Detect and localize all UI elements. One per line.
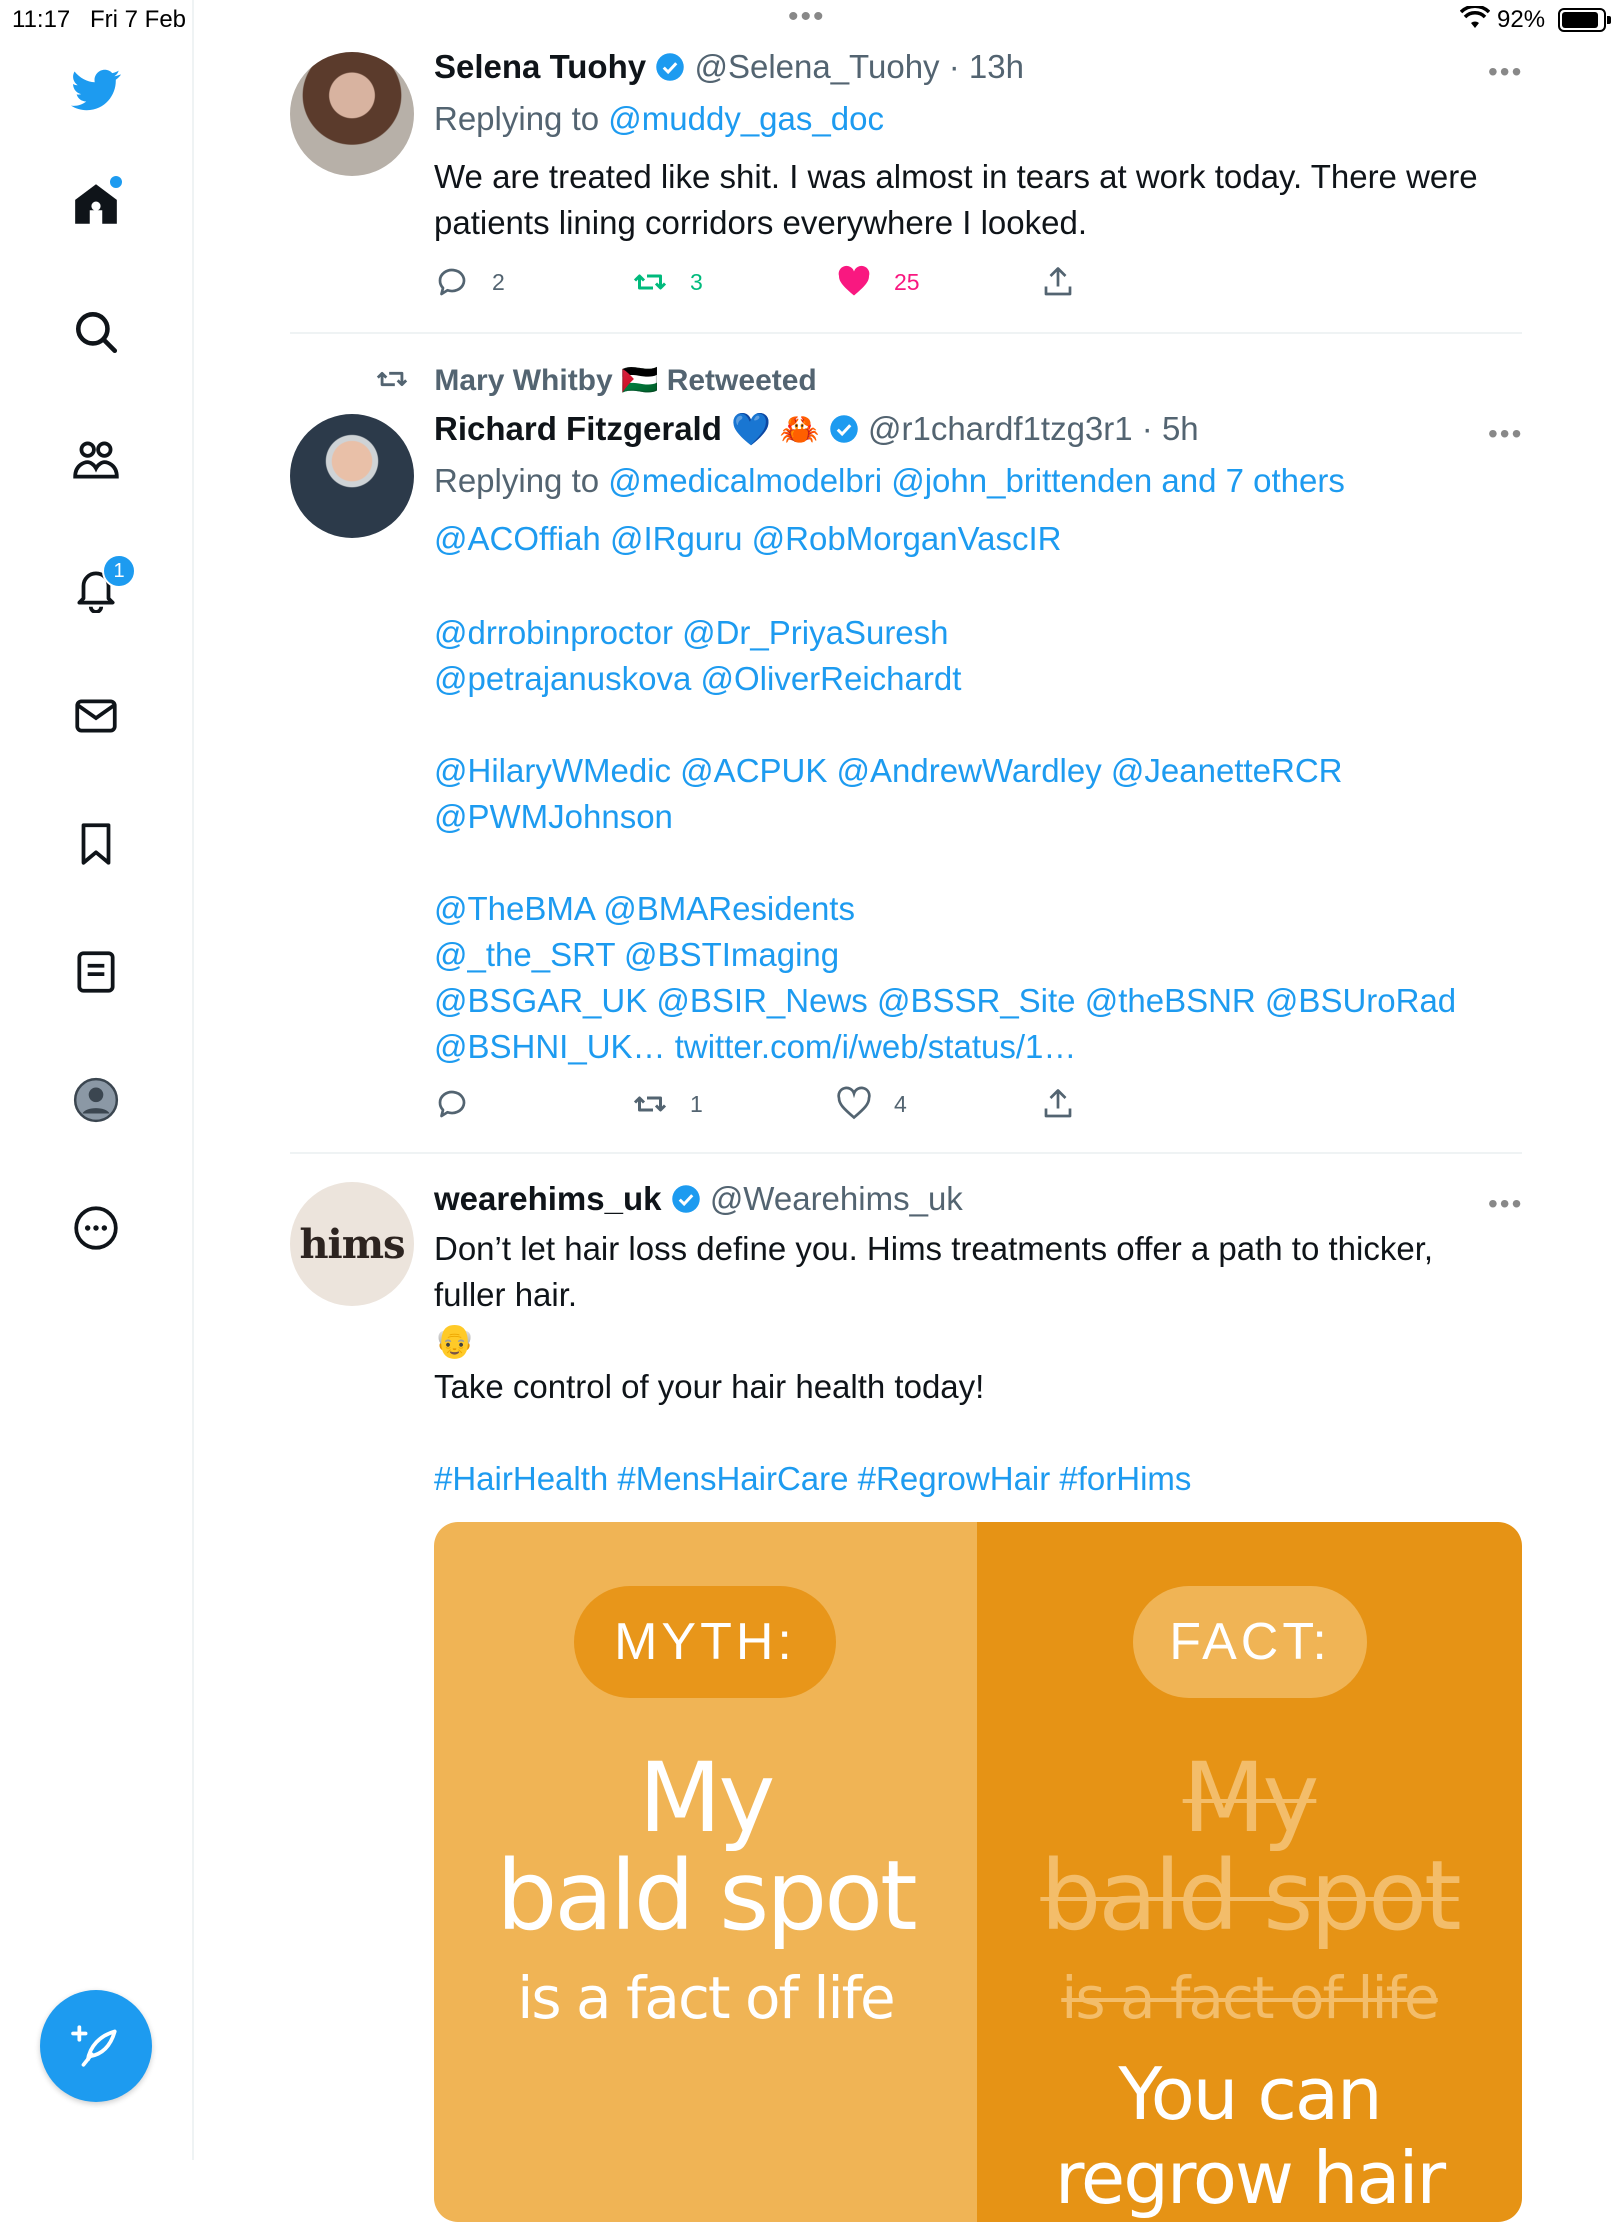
verified-badge-icon [671, 1185, 700, 1213]
fact-line-5: regrow hair [1054, 2136, 1446, 2220]
retweet-icon [633, 274, 667, 290]
tweet-text-line: Take control of your hair health today! [434, 1368, 985, 1405]
tweet-author-handle[interactable]: @r1chardf1tzg3r1 [868, 410, 1133, 447]
tweet-divider [290, 332, 1522, 334]
avatar-selena[interactable] [290, 52, 414, 176]
replying-to-label: Replying to [434, 100, 600, 137]
like-count: 25 [894, 268, 920, 295]
twitter-logo-icon[interactable] [62, 56, 130, 124]
heart-outline-icon [837, 1086, 871, 1120]
avatar-richard[interactable] [290, 414, 414, 538]
tweet-text-line: patients lining corridors everywhere I l… [434, 204, 1087, 241]
bookmark-icon[interactable] [62, 810, 130, 878]
fact-line-1: My [1182, 1742, 1320, 1854]
share-button[interactable] [1040, 264, 1098, 300]
mention-line[interactable]: @PWMJohnson [434, 794, 673, 840]
reply-button[interactable] [434, 1086, 492, 1122]
fact-line-4: You can [1118, 2052, 1382, 2136]
compose-feather-icon [71, 2025, 117, 2067]
avatar-hims[interactable]: hims [290, 1182, 414, 1306]
like-button[interactable]: 25 [836, 264, 920, 300]
tweet-text-line: We are treated like shit. I was almost i… [434, 158, 1478, 195]
replying-to-handle[interactable]: @muddy_gas_doc [608, 100, 884, 137]
mention-line[interactable]: @petrajanuskova @OliverReichardt [434, 656, 961, 702]
status-bar: 11:17 Fri 7 Feb ••• 92% [0, 0, 1620, 40]
reply-icon [438, 1090, 466, 1118]
mention-line[interactable]: @drrobinproctor @Dr_PriyaSuresh [434, 610, 949, 656]
heart-filled-icon [838, 265, 870, 296]
tweet-text-line: Don’t let hair loss define you. Hims tre… [434, 1230, 1434, 1267]
share-icon [1044, 1089, 1072, 1118]
myth-line-1: My [638, 1742, 776, 1854]
tweet-text-line: fuller hair. [434, 1276, 578, 1313]
mention-line[interactable]: @BSGAR_UK @BSIR_News @BSSR_Site @theBSNR… [434, 978, 1456, 1024]
retweet-count: 3 [690, 268, 703, 295]
replying-to-label: Replying to [434, 462, 600, 499]
compose-tweet-button[interactable] [40, 1990, 152, 2102]
fact-line-3: is a fact of life [1061, 1964, 1439, 2032]
tweet-hashtags[interactable]: #HairHealth #MensHairCare #RegrowHair #f… [434, 1456, 1191, 1502]
share-icon [1044, 267, 1072, 296]
home-badge-dot [108, 174, 124, 190]
verified-badge-icon [830, 415, 858, 443]
mention-line[interactable]: @HilaryWMedic @ACPUK @AndrewWardley @Jea… [434, 748, 1343, 794]
avatar-hims-text: hims [299, 1220, 405, 1268]
multitasking-dots-icon[interactable]: ••• [788, 0, 826, 34]
fact-label: FACT: [1133, 1586, 1367, 1698]
reply-icon [438, 268, 466, 296]
tweet-author-name[interactable]: Richard Fitzgerald [434, 410, 722, 447]
like-count: 4 [894, 1090, 907, 1117]
myth-label: MYTH: [574, 1586, 836, 1698]
search-icon[interactable] [62, 298, 130, 366]
home-icon[interactable] [62, 170, 130, 238]
retweet-icon [633, 1096, 667, 1112]
promo-myth-panel: MYTH: My bald spot is a fact of life [434, 1522, 977, 2222]
tweet-more-options-icon[interactable]: ••• [1488, 418, 1523, 450]
retweeted-by-row[interactable]: Mary Whitby 🇵🇸 Retweeted [372, 358, 817, 404]
retweet-count: 1 [690, 1090, 703, 1117]
tweet-time: · 5h [1141, 410, 1199, 447]
notifications-badge: 1 [102, 554, 136, 588]
messages-envelope-icon[interactable] [62, 682, 130, 750]
tweet-author-handle[interactable]: @Wearehims_uk [710, 1180, 963, 1217]
mention-line[interactable]: @BSHNI_UK… twitter.com/i/web/status/1… [434, 1024, 1076, 1070]
tweet-more-options-icon[interactable]: ••• [1488, 1188, 1523, 1220]
reply-button[interactable]: 2 [434, 264, 505, 300]
tweet-more-options-icon[interactable]: ••• [1488, 56, 1523, 88]
notifications-bell-icon[interactable]: 1 [62, 554, 136, 622]
wifi-icon [1459, 4, 1491, 37]
promo-image[interactable]: MYTH: My bald spot is a fact of life FAC… [434, 1522, 1522, 2222]
more-options-icon[interactable] [62, 1194, 130, 1262]
lists-icon[interactable] [62, 938, 130, 1006]
tweet-author-name[interactable]: wearehims_uk [434, 1180, 661, 1217]
tweet-emoji-line: 👴 [434, 1322, 476, 1359]
mention-line[interactable]: @_the_SRT @BSTImaging [434, 932, 839, 978]
mention-line[interactable]: @ACOffiah @IRguru @RobMorganVascIR [434, 516, 1062, 562]
tweet-time: · 13h [948, 48, 1024, 85]
share-button[interactable] [1040, 1086, 1098, 1122]
promo-fact-panel: FACT: My bald spot is a fact of life You… [977, 1522, 1522, 2222]
tweet-author-name[interactable]: Selena Tuohy [434, 48, 646, 85]
myth-line-2: bald spot [496, 1840, 917, 1952]
retweet-button[interactable]: 1 [632, 1086, 703, 1122]
mention-line[interactable]: @TheBMA @BMAResidents [434, 886, 855, 932]
myth-line-3: is a fact of life [517, 1964, 895, 2032]
retweet-context-icon [376, 371, 408, 387]
replying-to-handles[interactable]: @medicalmodelbri @john_brittenden and 7 … [608, 462, 1345, 499]
sidebar: 1 [0, 0, 194, 2160]
reply-count: 2 [492, 268, 505, 295]
battery-percent: 92% [1497, 6, 1546, 33]
tweet-divider [290, 1152, 1522, 1154]
battery-icon [1558, 8, 1611, 32]
verified-badge-icon [656, 53, 685, 81]
fact-line-2: bald spot [1040, 1840, 1461, 1952]
communities-icon[interactable] [62, 426, 130, 494]
retweet-button[interactable]: 3 [632, 264, 703, 300]
profile-avatar-icon[interactable] [62, 1066, 130, 1134]
tweet-author-handle[interactable]: @Selena_Tuohy [694, 48, 939, 85]
like-button[interactable]: 4 [836, 1086, 907, 1122]
retweeted-by-label[interactable]: Mary Whitby 🇵🇸 Retweeted [434, 364, 816, 397]
name-emojis: 💙 🦀 [731, 411, 820, 447]
